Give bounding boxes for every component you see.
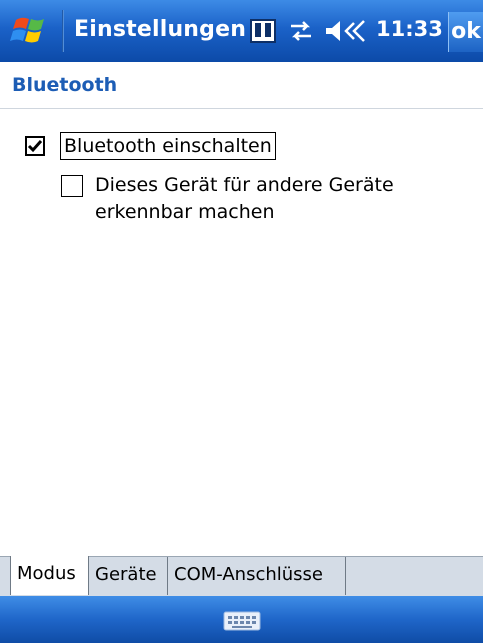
device-icon[interactable] (249, 17, 277, 49)
title-separator (62, 10, 64, 52)
bluetooth-on-checkbox[interactable] (25, 136, 45, 156)
tab-strip: Modus Geräte COM-Anschlüsse (0, 556, 483, 597)
title-bar: Einstellungen 11:33 ok (0, 0, 483, 62)
volume-icon[interactable] (322, 17, 372, 49)
connectivity-icon[interactable] (287, 17, 315, 49)
discoverable-label-line2[interactable]: erkennbar machen (95, 200, 275, 224)
page-header: Bluetooth (0, 62, 483, 109)
menu-bar (0, 596, 483, 643)
discoverable-label-line1[interactable]: Dieses Gerät für andere Geräte (95, 173, 394, 197)
windows-start-icon[interactable] (10, 14, 54, 48)
page-title: Bluetooth (12, 74, 118, 96)
discoverable-checkbox[interactable] (61, 175, 83, 197)
tab-geraete[interactable]: Geräte (89, 557, 168, 595)
window-title: Einstellungen (74, 17, 247, 42)
tab-com-anschluesse[interactable]: COM-Anschlüsse (168, 557, 346, 595)
bluetooth-on-label[interactable]: Bluetooth einschalten (60, 132, 276, 160)
tab-modus[interactable]: Modus (10, 556, 89, 595)
clock[interactable]: 11:33 (376, 17, 443, 41)
ok-button[interactable]: ok (448, 12, 483, 52)
checkmark-icon (27, 140, 43, 153)
keyboard-icon[interactable] (221, 610, 263, 632)
